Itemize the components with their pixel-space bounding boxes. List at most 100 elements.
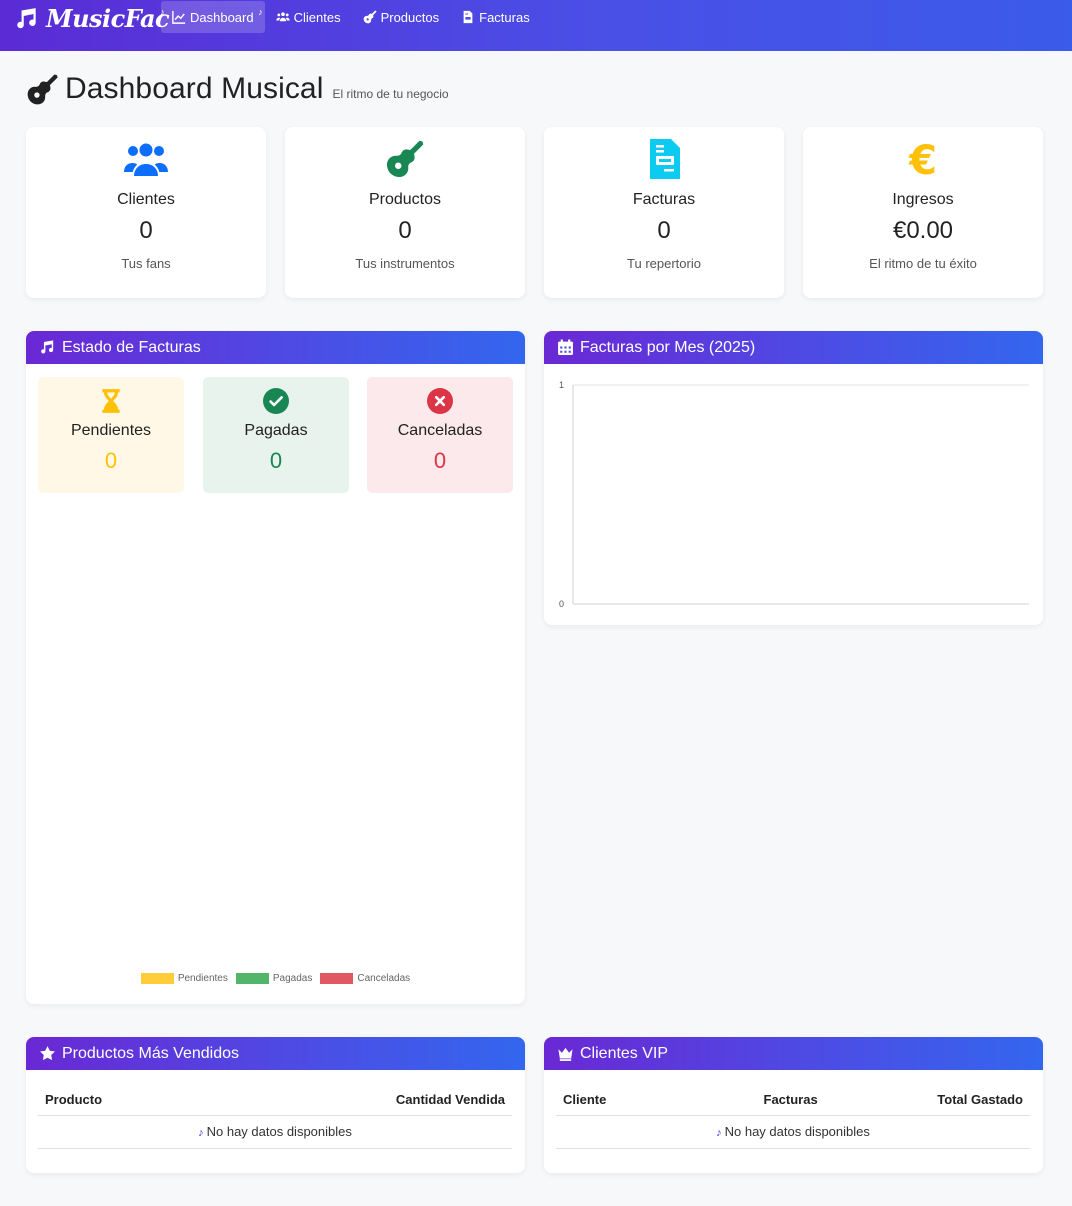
facturas-mes-panel: Facturas por Mes (2025) 1 0 — [544, 331, 1043, 625]
status-label: Pendientes — [70, 422, 152, 439]
legend-swatch — [320, 973, 354, 984]
column-header[interactable]: Facturas — [712, 1085, 869, 1116]
table-header-row: Producto Cantidad Vendida — [38, 1085, 512, 1116]
legend-label: Pendientes — [177, 973, 228, 984]
nav-note-right: ♪ — [258, 7, 263, 17]
calendar-icon — [558, 339, 573, 355]
page-subtitle: El ritmo de tu negocio — [332, 87, 449, 101]
stat-card-productos: Productos 0 Tus instrumentos — [285, 127, 525, 298]
legend-label: Pagadas — [272, 973, 313, 984]
status-value: 0 — [433, 448, 447, 473]
estado-facturas-panel: Estado de Facturas Pendientes 0 Pagadas … — [26, 331, 525, 1004]
guitar-icon — [386, 140, 424, 178]
panel-title: Estado de Facturas — [62, 338, 201, 356]
page-title: Dashboard Musical — [65, 72, 324, 105]
panel-header: Clientes VIP — [544, 1037, 1043, 1070]
stat-description: Tu repertorio — [627, 256, 701, 271]
check-circle-icon — [263, 388, 289, 414]
nav-facturas-label: Facturas — [479, 9, 530, 25]
productos-table: Producto Cantidad Vendida ♪ No hay datos … — [38, 1085, 512, 1149]
music-note-icon: ♪ — [198, 1127, 204, 1139]
nav-clientes-label: Clientes — [293, 9, 341, 25]
panel-header: Facturas por Mes (2025) — [544, 331, 1043, 364]
stat-value: 0 — [139, 217, 153, 244]
clientes-table: Cliente Facturas Total Gastado ♪ No hay d… — [556, 1085, 1030, 1149]
stat-label: Ingresos — [892, 191, 954, 208]
nav-clientes[interactable]: Clientes — [265, 1, 352, 33]
clientes-vip-panel: Clientes VIP Cliente Facturas Total Gast… — [544, 1037, 1043, 1173]
legend-swatch — [140, 973, 174, 984]
legend-swatch — [235, 973, 269, 984]
chart-legend: Pendientes Pagadas Canceladas — [26, 973, 525, 984]
panel-title: Clientes VIP — [580, 1044, 669, 1062]
music-icon — [17, 7, 36, 28]
nav-dashboard[interactable]: ♪ Dashboard ♪ — [160, 1, 265, 33]
euro-icon: € — [908, 139, 937, 179]
status-label: Pagadas — [244, 422, 308, 439]
nav-dashboard-label: Dashboard — [190, 9, 254, 25]
status-value: 0 — [104, 448, 118, 473]
legend-item-canceladas[interactable]: Canceladas — [320, 973, 410, 984]
stat-value: €0.00 — [892, 217, 954, 244]
brand-name: MusicFac — [46, 4, 170, 33]
page-header: Dashboard Musical El ritmo de tu negocio — [26, 72, 449, 106]
legend-item-pendientes[interactable]: Pendientes — [140, 973, 228, 984]
y-tick-label: 0 — [559, 599, 564, 609]
empty-cell: ♪ No hay datos disponibles — [556, 1115, 1030, 1149]
guitar-icon — [27, 73, 58, 104]
main-nav: ♪ Dashboard ♪ Clientes Productos Factura… — [160, 1, 541, 33]
music-note-icon: ♪ — [716, 1127, 722, 1139]
empty-cell: ♪ No hay datos disponibles — [38, 1115, 512, 1149]
panel-title: Productos Más Vendidos — [62, 1044, 239, 1062]
stat-value: 0 — [657, 217, 671, 244]
legend-item-pagadas[interactable]: Pagadas — [235, 973, 313, 984]
nav-productos[interactable]: Productos — [352, 1, 451, 33]
navbar: MusicFac ♪ Dashboard ♪ Clientes Producto… — [0, 0, 1072, 51]
star-icon — [40, 1046, 55, 1061]
legend-label: Canceladas — [357, 973, 411, 984]
column-header[interactable]: Cliente — [556, 1085, 713, 1116]
stat-label: Productos — [368, 191, 442, 208]
users-icon — [124, 143, 168, 176]
empty-message: No hay datos disponibles — [206, 1124, 352, 1139]
panel-header: Estado de Facturas — [26, 331, 525, 364]
guitar-icon — [363, 10, 376, 24]
stat-label: Clientes — [117, 191, 175, 208]
stat-card-facturas: Facturas 0 Tu repertorio — [544, 127, 784, 298]
nav-note-left: ♪ — [160, 7, 165, 17]
nav-facturas[interactable]: Facturas — [450, 1, 541, 33]
column-header[interactable]: Producto — [38, 1085, 212, 1116]
status-value: 0 — [269, 448, 283, 473]
table-row: ♪ No hay datos disponibles — [38, 1115, 512, 1149]
crown-icon — [558, 1047, 573, 1061]
x-circle-icon — [427, 388, 453, 414]
table-row: ♪ No hay datos disponibles — [556, 1115, 1030, 1149]
file-invoice-icon — [463, 10, 473, 24]
empty-message: No hay datos disponibles — [724, 1124, 870, 1139]
users-icon — [275, 12, 290, 22]
file-invoice-icon — [650, 139, 680, 179]
nav-productos-label: Productos — [380, 9, 440, 25]
y-tick-label: 1 — [559, 380, 564, 390]
panel-header: Productos Más Vendidos — [26, 1037, 525, 1070]
stat-card-ingresos: € Ingresos €0.00 El ritmo de tu éxito — [803, 127, 1043, 298]
facturas-mes-chart: 1 0 — [559, 380, 1029, 609]
stat-label: Facturas — [632, 191, 696, 208]
productos-vendidos-panel: Productos Más Vendidos Producto Cantidad… — [26, 1037, 525, 1173]
stat-description: Tus instrumentos — [355, 256, 455, 271]
table-header-row: Cliente Facturas Total Gastado — [556, 1085, 1030, 1116]
svg-text:€: € — [908, 139, 937, 179]
stat-value: 0 — [398, 217, 412, 244]
stat-description: El ritmo de tu éxito — [869, 256, 977, 271]
chart-line-icon — [172, 10, 186, 24]
status-pendientes: Pendientes 0 — [38, 377, 184, 493]
stat-description: Tus fans — [121, 256, 171, 271]
music-icon — [41, 340, 54, 354]
brand-logo[interactable]: MusicFac — [14, 4, 170, 33]
status-label: Canceladas — [397, 422, 483, 439]
status-pagadas: Pagadas 0 — [203, 377, 349, 493]
status-canceladas: Canceladas 0 — [367, 377, 513, 493]
column-header[interactable]: Cantidad Vendida — [211, 1085, 512, 1116]
column-header[interactable]: Total Gastado — [868, 1085, 1030, 1116]
panel-title: Facturas por Mes (2025) — [580, 338, 756, 356]
